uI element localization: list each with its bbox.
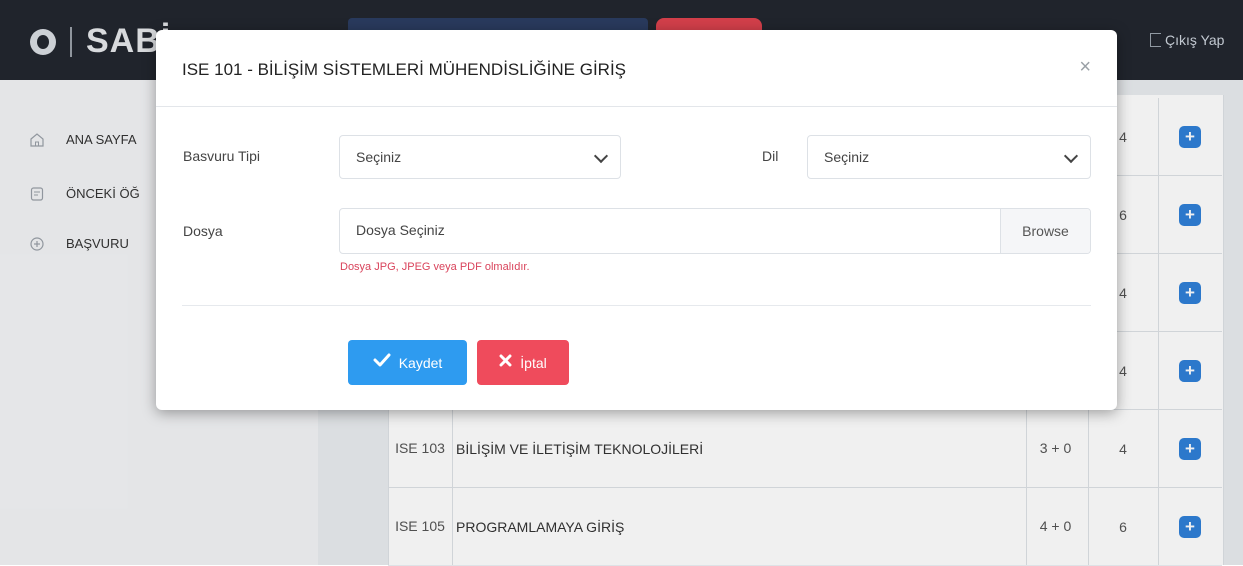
file-input[interactable]: Dosya Seçiniz Browse <box>339 208 1091 254</box>
save-button[interactable]: Kaydet <box>348 340 467 385</box>
language-select[interactable]: Seçiniz <box>807 135 1091 179</box>
chevron-down-icon <box>1063 148 1079 164</box>
close-button[interactable]: × <box>1079 57 1091 77</box>
file-format-hint: Dosya JPG, JPEG veya PDF olmalıdır. <box>340 261 530 273</box>
cancel-button[interactable]: İptal <box>477 340 569 385</box>
check-icon <box>373 353 391 372</box>
save-label: Kaydet <box>398 354 443 371</box>
modal-title: ISE 101 - BİLİŞİM SİSTEMLERİ MÜHENDİSLİĞ… <box>182 60 627 79</box>
application-type-label: Basvuru Tipi <box>183 148 261 164</box>
application-modal: ISE 101 - BİLİŞİM SİSTEMLERİ MÜHENDİSLİĞ… <box>156 30 1117 410</box>
file-input-text: Dosya Seçiniz <box>356 222 445 238</box>
cancel-label: İptal <box>520 354 547 371</box>
application-type-value: Seçiniz <box>356 149 402 165</box>
modal-header: ISE 101 - BİLİŞİM SİSTEMLERİ MÜHENDİSLİĞ… <box>156 30 1117 107</box>
x-icon <box>499 354 512 372</box>
language-label: Dil <box>762 148 779 164</box>
file-label: Dosya <box>183 223 223 239</box>
browse-button[interactable]: Browse <box>1000 209 1090 253</box>
chevron-down-icon <box>593 148 609 164</box>
language-value: Seçiniz <box>824 149 870 165</box>
application-type-select[interactable]: Seçiniz <box>339 135 621 179</box>
modal-divider <box>182 305 1091 306</box>
